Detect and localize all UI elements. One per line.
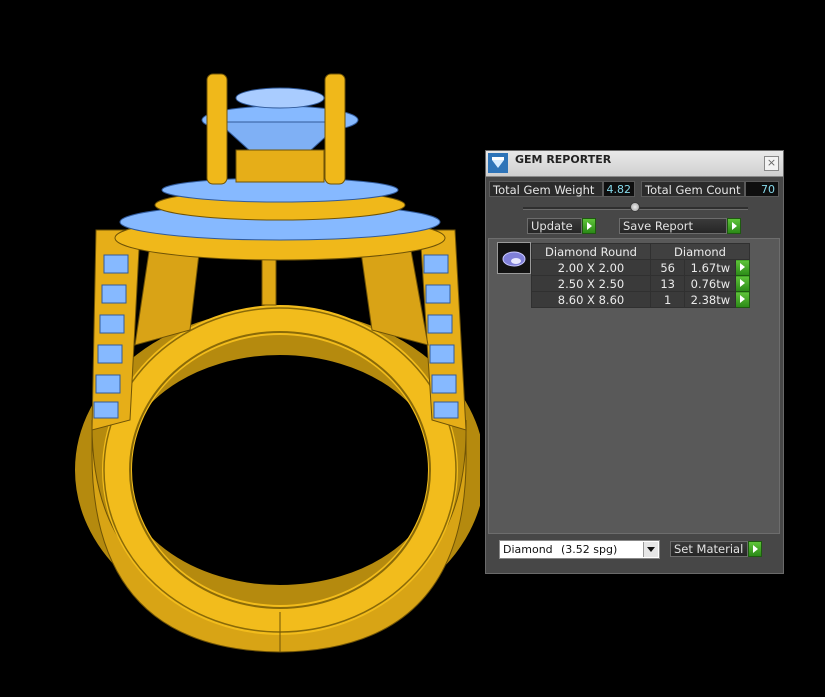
gem-reporter-logo-icon (488, 153, 508, 173)
chevron-down-icon[interactable] (643, 542, 658, 557)
ring-model (75, 73, 480, 653)
material-density: (3.52 spg) (561, 543, 618, 556)
gem-count: 1 (649, 291, 686, 308)
total-gem-count-label: Total Gem Count (641, 181, 745, 197)
total-gem-weight-label: Total Gem Weight (489, 181, 603, 197)
close-button[interactable]: × (764, 156, 779, 171)
title-bar[interactable]: GEM REPORTER × (486, 151, 783, 177)
row-arrow-icon[interactable] (735, 275, 750, 292)
left-prong (206, 73, 228, 185)
set-material-button[interactable]: Set Material (670, 541, 748, 557)
row-arrow-icon[interactable] (735, 259, 750, 276)
setting-head (235, 149, 325, 183)
round-diamond-icon (502, 251, 526, 267)
update-arrow-icon[interactable] (582, 218, 596, 234)
gem-weight: 2.38tw (684, 291, 737, 308)
gem-reporter-panel: GEM REPORTER × Total Gem Weight 4.82 Tot… (485, 150, 784, 574)
table-row[interactable]: 2.00 X 2.00 56 1.67tw (531, 259, 750, 276)
total-gem-weight-value: 4.82 (603, 181, 635, 197)
table-row[interactable]: 2.50 X 2.50 13 0.76tw (531, 275, 750, 292)
set-material-arrow-icon[interactable] (748, 541, 762, 557)
right-prong (324, 73, 346, 185)
ring-band (102, 305, 458, 635)
slider-handle[interactable] (630, 202, 640, 212)
material-dropdown[interactable]: Diamond (3.52 spg) (499, 540, 660, 559)
gem-count: 56 (649, 259, 686, 276)
gem-size: 8.60 X 8.60 (531, 291, 651, 308)
save-report-arrow-icon[interactable] (727, 218, 741, 234)
gem-size: 2.00 X 2.00 (531, 259, 651, 276)
gem-weight: 0.76tw (684, 275, 737, 292)
row-arrow-icon[interactable] (735, 291, 750, 308)
update-button[interactable]: Update (527, 218, 582, 234)
material-name: Diamond (503, 543, 553, 556)
left-gallery (134, 244, 201, 346)
gem-count: 13 (649, 275, 686, 292)
total-gem-count-value: 70 (745, 181, 779, 197)
gem-list-area: Diamond Round Diamond 2.00 X 2.00 56 1.6… (488, 238, 780, 534)
gem-weight: 1.67tw (684, 259, 737, 276)
panel-title: GEM REPORTER (515, 153, 612, 166)
header-shape: Diamond Round (531, 243, 651, 260)
table-row[interactable]: 8.60 X 8.60 1 2.38tw (531, 291, 750, 308)
save-report-button[interactable]: Save Report (619, 218, 727, 234)
gem-table: Diamond Round Diamond 2.00 X 2.00 56 1.6… (531, 243, 750, 308)
table-header: Diamond Round Diamond (531, 243, 750, 260)
header-material: Diamond (650, 243, 750, 260)
gem-thumbnail[interactable] (497, 242, 531, 274)
ring-3d-viewport[interactable] (0, 0, 480, 697)
gem-size: 2.50 X 2.50 (531, 275, 651, 292)
center-stone-table (235, 87, 325, 109)
